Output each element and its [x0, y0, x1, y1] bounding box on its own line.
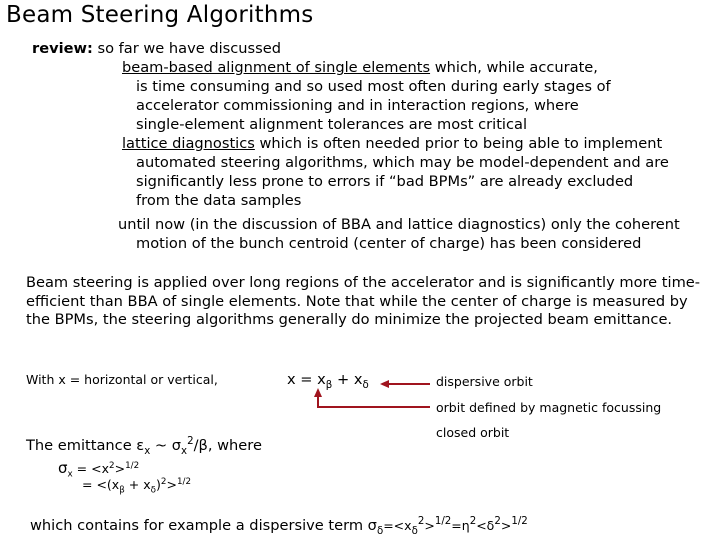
- review-intro-line: review: so far we have discussed: [32, 40, 281, 58]
- sigma-line-2: = <(xβ + xδ)2>1/2: [82, 476, 192, 495]
- arrow-magnetic-horizontal: [317, 406, 430, 408]
- eq-x: x = x: [287, 371, 326, 388]
- label-magnetic-orbit: orbit defined by magnetic focussing: [436, 400, 662, 415]
- sigma-line-1: σx = <x2>1/2: [58, 459, 140, 479]
- sigma2-b: + x: [124, 477, 151, 492]
- review-item-lattice: lattice diagnostics which is often neede…: [122, 135, 662, 153]
- emittance-b: ~ σ: [150, 437, 182, 454]
- bba-line-3: single-element alignment tolerances are …: [136, 116, 528, 133]
- eq-delta-sub: δ: [362, 379, 369, 391]
- footer-p3: >: [424, 518, 435, 533]
- arrow-magnetic-vertical: [317, 396, 319, 408]
- slide-title: Beam Steering Algorithms: [6, 2, 314, 28]
- review-intro: so far we have discussed: [97, 40, 282, 57]
- orbit-equation: x = xβ + xδ: [287, 371, 369, 391]
- sigma2-a: = <(x: [82, 477, 120, 492]
- lattice-line-1: automated steering algorithms, which may…: [136, 154, 669, 171]
- sigma2-sup2: 1/2: [176, 476, 192, 487]
- footer-p6: >: [500, 518, 512, 533]
- footer-sup2: 1/2: [434, 516, 452, 528]
- sigma-sup2: 1/2: [125, 460, 140, 471]
- lattice-term: lattice diagnostics: [122, 135, 255, 152]
- footer-p2: =<x: [383, 518, 412, 533]
- emittance-definition: The emittance εx ~ σx2/β, where: [26, 437, 262, 457]
- review-item-centroid-1: until now (in the discussion of BBA and …: [118, 216, 680, 233]
- sigma-symbol: σ: [58, 459, 68, 477]
- review-label: review:: [32, 40, 93, 57]
- sigma2-d: >: [166, 477, 177, 492]
- footer-sub2: δ: [411, 525, 418, 537]
- eq-plus: + x: [332, 371, 363, 388]
- bba-line-1: is time consuming and so used most often…: [136, 78, 611, 95]
- footer-sup5: 1/2: [511, 516, 528, 528]
- lattice-line-3: from the data samples: [136, 192, 302, 209]
- arrow-dispersive-line: [388, 383, 430, 385]
- bba-term: beam-based alignment of single elements: [122, 59, 431, 76]
- bba-desc: which, while accurate,: [430, 59, 598, 76]
- footer-p5: <δ: [476, 518, 495, 533]
- steering-paragraph: Beam steering is applied over long regio…: [26, 274, 701, 328]
- label-dispersive-orbit: dispersive orbit: [436, 374, 533, 389]
- arrow-magnetic-head: [314, 388, 322, 397]
- review-item-bba: beam-based alignment of single elements …: [122, 59, 598, 77]
- lattice-line-2: significantly less prone to errors if “b…: [136, 173, 634, 190]
- bba-line-2: accelerator commissioning and in interac…: [136, 97, 579, 114]
- arrow-dispersive-head: [380, 380, 389, 388]
- sigma-b: = <x: [72, 461, 109, 476]
- lattice-desc: which is often needed prior to being abl…: [254, 135, 663, 152]
- footer-p4: =η: [451, 518, 470, 533]
- emittance-c: /β, where: [193, 437, 262, 454]
- with-x-text: With x = horizontal or vertical,: [26, 372, 218, 387]
- emittance-sub2: x: [181, 445, 188, 457]
- label-closed-orbit: closed orbit: [436, 425, 510, 440]
- dispersive-term-line: which contains for example a dispersive …: [30, 516, 528, 537]
- footer-text: which contains for example a dispersive …: [30, 517, 377, 534]
- sigma-c: >: [114, 461, 126, 476]
- emittance-a: The emittance ε: [26, 437, 145, 454]
- review-item-centroid-2: motion of the bunch centroid (center of …: [136, 235, 642, 252]
